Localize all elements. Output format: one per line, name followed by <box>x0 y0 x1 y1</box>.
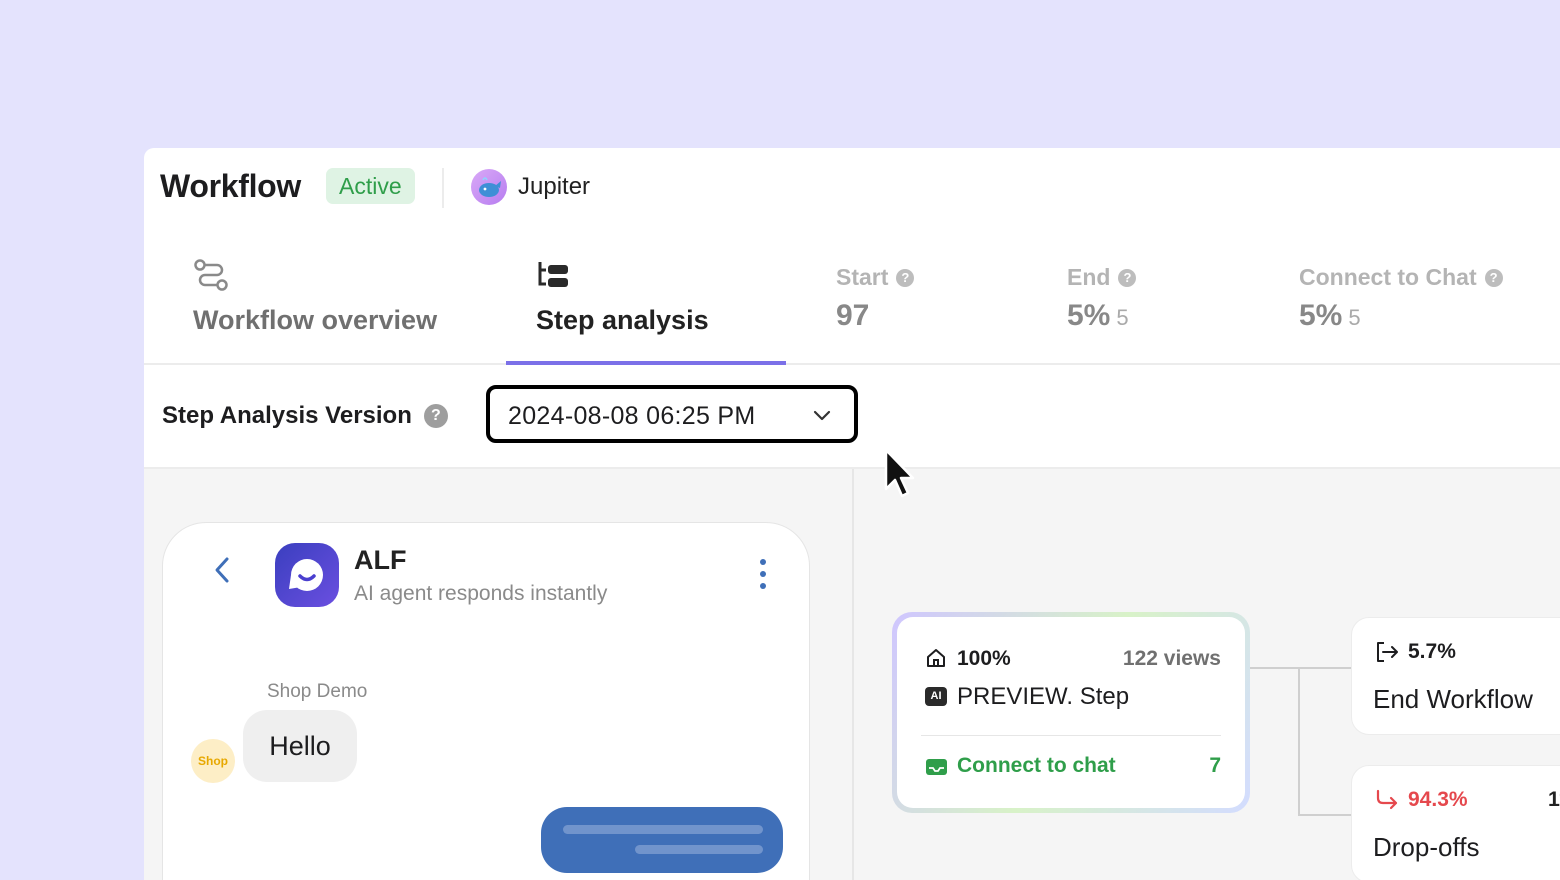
workflow-panel: Workflow Active Jupiter Workflow overvie… <box>144 148 1560 880</box>
stat-end: End? 5% 5 <box>1067 264 1137 333</box>
user-message-bubble <box>541 807 783 873</box>
analysis-area: ALF AI agent responds instantly Shop Dem… <box>144 469 1560 880</box>
dropoff-percent: 94.3% <box>1408 788 1468 811</box>
tab-label: Step analysis <box>536 305 709 335</box>
step-views: 122 views <box>1122 647 1221 670</box>
avatar: Shop <box>191 739 235 783</box>
step-name: PREVIEW. Step <box>957 683 1130 710</box>
stat-value: 97 <box>836 299 870 332</box>
stat-label: End <box>1067 264 1111 290</box>
help-icon[interactable]: ? <box>896 268 915 287</box>
stat-value: 5% <box>1067 299 1111 332</box>
workspace-avatar[interactable] <box>471 169 507 205</box>
sender-name: Shop Demo <box>267 681 368 702</box>
text-placeholder-line <box>563 825 763 834</box>
tab-workflow-overview[interactable]: Workflow overview <box>193 248 493 363</box>
tab-label: Workflow overview <box>193 305 438 335</box>
more-options-icon[interactable] <box>753 557 773 591</box>
mouse-cursor-icon <box>884 448 915 498</box>
dropoff-label: Drop-offs <box>1373 832 1480 862</box>
chat-bot-icon <box>289 559 323 591</box>
version-value: 2024-08-08 06:25 PM <box>508 402 756 430</box>
whale-icon <box>479 177 501 197</box>
bot-name: ALF <box>354 545 407 575</box>
inbox-icon <box>926 759 947 775</box>
pane-divider <box>852 469 854 880</box>
help-icon[interactable]: ? <box>423 404 448 428</box>
connect-to-chat-label: Connect to chat <box>957 754 1116 777</box>
chevron-down-icon <box>813 410 831 421</box>
stat-connect-to-chat: Connect to Chat? 5% 5 <box>1299 264 1503 333</box>
exit-icon <box>1377 642 1398 662</box>
stat-count: 5 <box>1116 305 1129 330</box>
header: Workflow Active Jupiter <box>144 148 1560 228</box>
end-label: End Workflow <box>1373 684 1533 714</box>
dropoffs-node[interactable]: 94.3% 11 Drop-offs <box>1351 765 1560 880</box>
ai-icon: AI <box>925 687 947 706</box>
stat-start: Start? 97 <box>836 264 915 333</box>
message-bubble: Hello <box>243 710 357 782</box>
tab-bar: Workflow overview Step analysis Start? 9… <box>144 248 1560 365</box>
stat-label: Start <box>836 264 889 290</box>
step-node[interactable]: 100% 122 views AI PREVIEW. Step Connect … <box>892 612 1250 813</box>
help-icon[interactable]: ? <box>1484 268 1503 287</box>
stat-value: 5% <box>1299 299 1343 332</box>
status-badge: Active <box>326 168 415 204</box>
end-workflow-node[interactable]: 5.7% End Workflow <box>1351 617 1560 735</box>
home-icon <box>927 649 945 667</box>
node-divider <box>921 735 1221 736</box>
text-placeholder-line <box>635 845 763 854</box>
tree-list-icon <box>538 262 568 287</box>
stat-label: Connect to Chat <box>1299 264 1477 290</box>
connector-line <box>1250 667 1351 669</box>
help-icon[interactable]: ? <box>1118 268 1137 287</box>
end-percent: 5.7% <box>1408 640 1456 663</box>
connector-line <box>1298 667 1300 815</box>
connector-line <box>1298 814 1351 816</box>
version-label: Step Analysis Version <box>162 402 412 429</box>
step-percent: 100% <box>957 647 1011 670</box>
dropoff-arrow-icon <box>1376 789 1398 810</box>
route-icon <box>194 259 228 291</box>
tab-step-analysis[interactable]: Step analysis <box>506 248 786 365</box>
stat-count: 5 <box>1348 305 1361 330</box>
back-arrow-icon[interactable] <box>211 555 233 585</box>
alf-logo <box>275 543 339 607</box>
version-row: Step Analysis Version ? 2024-08-08 06:25… <box>144 365 1560 469</box>
bot-subtitle: AI agent responds instantly <box>354 582 608 605</box>
page-title: Workflow <box>160 168 302 204</box>
chat-preview: ALF AI agent responds instantly Shop Dem… <box>162 522 810 880</box>
header-divider <box>442 168 444 208</box>
version-select[interactable]: 2024-08-08 06:25 PM <box>486 385 858 443</box>
dropoff-count: 11 <box>1548 788 1560 811</box>
connect-to-chat-count: 7 <box>1209 754 1221 777</box>
workspace-name[interactable]: Jupiter <box>518 173 590 201</box>
